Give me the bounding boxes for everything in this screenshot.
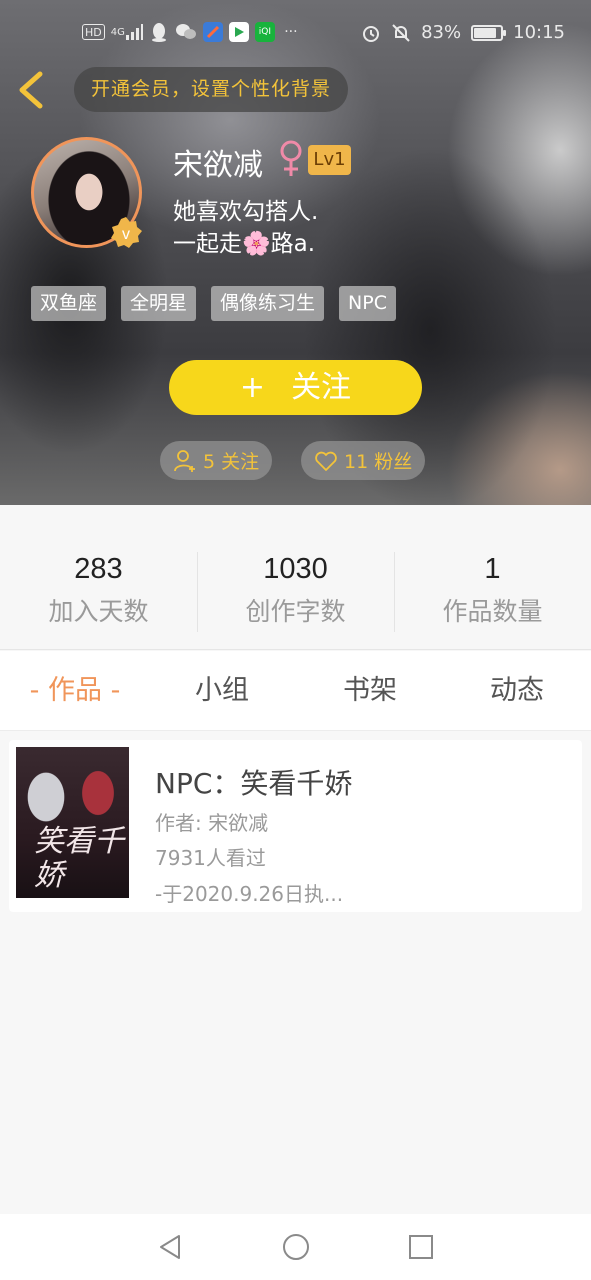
back-button[interactable]	[14, 70, 50, 110]
tag-list: 双鱼座 全明星 偶像练习生 NPC	[31, 286, 396, 321]
nickname: 宋欲减	[173, 148, 263, 183]
tab-groups[interactable]: 小组	[172, 651, 272, 731]
following-count-button[interactable]: 5 关注	[160, 441, 273, 480]
nav-back-icon[interactable]	[155, 1232, 185, 1262]
profile-header: HD 4G iQI ··· 83% 10:15 开通会员，设置个性化背景 v 宋…	[0, 0, 591, 505]
status-left-icons: HD 4G iQI ···	[82, 22, 301, 42]
nav-recents-icon[interactable]	[406, 1232, 436, 1262]
tab-activity[interactable]: 动态	[467, 651, 567, 731]
fans-count-button[interactable]: 11 粉丝	[301, 441, 426, 480]
chevron-left-icon	[19, 71, 43, 109]
battery-icon	[471, 24, 507, 41]
battery-percent: 83%	[421, 22, 462, 43]
tab-bookshelf[interactable]: 书架	[320, 651, 420, 731]
tag-item[interactable]: NPC	[339, 286, 396, 321]
iqiyi-icon: iQI	[254, 22, 275, 42]
qq-icon	[149, 22, 169, 42]
flower-icon: 🌸	[242, 231, 271, 257]
stat-works-count: 1 作品数量	[394, 553, 591, 628]
network-4g-icon: 4G	[111, 22, 143, 42]
work-author: 作者: 宋欲减	[155, 811, 269, 835]
stat-value: 1030	[263, 553, 328, 585]
book-cover[interactable]: 笑看千娇	[16, 747, 129, 898]
video-play-icon	[228, 22, 249, 42]
stat-label: 创作字数	[245, 597, 346, 626]
plus-icon: +	[239, 370, 266, 405]
verified-badge-icon: v	[111, 217, 142, 248]
heart-icon	[315, 451, 337, 471]
bio: 她喜欢勾搭人. 一起走🌸路a.	[173, 196, 318, 260]
stats-panel: 283 加入天数 1030 创作字数 1 作品数量	[0, 505, 591, 650]
more-icon: ···	[284, 24, 298, 40]
stat-label: 加入天数	[48, 597, 149, 626]
work-excerpt: -于2020.9.26日执...	[155, 882, 344, 906]
stat-value: 283	[74, 553, 123, 585]
tab-works[interactable]: - 作品 -	[10, 651, 140, 731]
system-nav-bar	[0, 1214, 591, 1280]
stat-word-count: 1030 创作字数	[197, 553, 394, 628]
follow-button[interactable]: + 关注	[169, 360, 422, 415]
svg-text:v: v	[122, 226, 130, 243]
clock: 10:15	[513, 22, 565, 43]
wechat-icon	[175, 22, 197, 42]
status-bar: HD 4G iQI ··· 83% 10:15	[0, 0, 591, 56]
bio-line-2: 一起走🌸路a.	[173, 231, 316, 257]
stat-join-days: 283 加入天数	[0, 553, 197, 628]
battery-fill	[474, 27, 496, 38]
vip-background-prompt[interactable]: 开通会员，设置个性化背景	[74, 67, 349, 112]
stat-label: 作品数量	[442, 597, 543, 626]
following-count: 5 关注	[203, 451, 260, 473]
profile-tabs: - 作品 - 小组 书架 动态	[0, 651, 591, 731]
female-gender-icon	[280, 140, 302, 176]
level-badge: Lv1	[308, 145, 351, 175]
work-item[interactable]: 笑看千娇 NPC：笑看千娇 作者: 宋欲减 7931人看过 -于2020.9.2…	[9, 740, 582, 912]
work-title[interactable]: NPC：笑看千娇	[155, 762, 352, 802]
tag-item[interactable]: 全明星	[121, 286, 197, 321]
tag-item[interactable]: 双鱼座	[31, 286, 107, 321]
hd-icon: HD	[82, 24, 105, 40]
nav-home-icon[interactable]	[281, 1232, 311, 1262]
browser-icon	[202, 22, 223, 42]
user-add-icon	[174, 449, 195, 472]
follow-label: 关注	[291, 370, 352, 405]
bio-line-1: 她喜欢勾搭人.	[173, 199, 319, 225]
status-right-icons: 83% 10:15	[361, 22, 565, 43]
work-views: 7931人看过	[155, 846, 266, 870]
cover-title: 笑看千娇	[34, 824, 124, 893]
tag-item[interactable]: 偶像练习生	[211, 286, 325, 321]
alarm-icon	[363, 25, 380, 42]
fans-count: 11 粉丝	[344, 451, 413, 473]
mute-bell-icon	[392, 23, 410, 42]
stat-value: 1	[484, 553, 501, 585]
